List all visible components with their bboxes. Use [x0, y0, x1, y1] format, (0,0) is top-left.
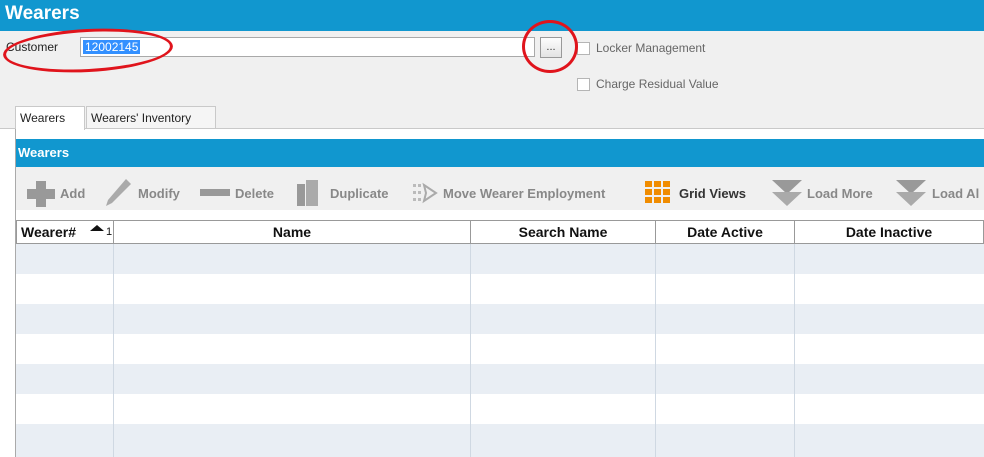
column-divider: [113, 244, 114, 457]
move-wearer-employment-button[interactable]: Move Wearer Employment: [443, 186, 605, 201]
add-icon: [27, 181, 55, 207]
table-row[interactable]: [16, 394, 984, 424]
grid-views-button[interactable]: Grid Views: [679, 186, 746, 201]
column-header-label: Wearer#: [21, 224, 77, 240]
pencil-icon: [106, 179, 131, 206]
move-arrow-icon: [413, 182, 438, 204]
table-row[interactable]: [16, 364, 984, 394]
duplicate-icon: [297, 180, 318, 206]
table-row[interactable]: [16, 424, 984, 457]
load-more-button[interactable]: Load More: [807, 186, 873, 201]
load-all-icon: [896, 180, 926, 206]
minus-icon: [200, 189, 230, 196]
duplicate-button[interactable]: Duplicate: [330, 186, 389, 201]
table-row[interactable]: [16, 244, 984, 274]
section-header: Wearers: [16, 139, 984, 167]
column-header-name[interactable]: Name: [114, 220, 471, 244]
tab-wearers-inventory-label: Wearers' Inventory: [91, 111, 192, 125]
window-title-bar: Wearers: [0, 0, 984, 31]
charge-residual-label: Charge Residual Value: [596, 77, 719, 91]
tab-wearers-label: Wearers: [20, 111, 66, 125]
column-divider: [470, 244, 471, 457]
column-header-date-inactive[interactable]: Date Inactive: [795, 220, 984, 244]
add-button[interactable]: Add: [60, 186, 85, 201]
locker-management-checkbox[interactable]: [577, 42, 590, 55]
load-more-icon: [772, 180, 802, 206]
table-row[interactable]: [16, 304, 984, 334]
tab-wearers-inventory[interactable]: Wearers' Inventory: [86, 106, 216, 129]
locker-management-label: Locker Management: [596, 41, 706, 55]
charge-residual-checkbox[interactable]: [577, 78, 590, 91]
column-divider: [794, 244, 795, 457]
annotation-circle-browse: [522, 20, 578, 73]
load-all-button[interactable]: Load Al: [932, 186, 979, 201]
column-header-date-active[interactable]: Date Active: [656, 220, 795, 244]
delete-button[interactable]: Delete: [235, 186, 274, 201]
window-title: Wearers: [5, 3, 80, 24]
section-title: Wearers: [18, 145, 70, 160]
column-divider: [655, 244, 656, 457]
table-row[interactable]: [16, 274, 984, 304]
column-header-search-name[interactable]: Search Name: [471, 220, 656, 244]
grid-views-icon: [645, 181, 670, 203]
table-row[interactable]: [16, 334, 984, 364]
tab-wearers[interactable]: Wearers: [15, 106, 85, 130]
modify-button[interactable]: Modify: [138, 186, 180, 201]
column-header-wearer-number[interactable]: Wearer# 1: [16, 220, 114, 244]
sort-ascending-icon: [90, 225, 104, 231]
sort-order-indicator: 1: [106, 226, 113, 238]
